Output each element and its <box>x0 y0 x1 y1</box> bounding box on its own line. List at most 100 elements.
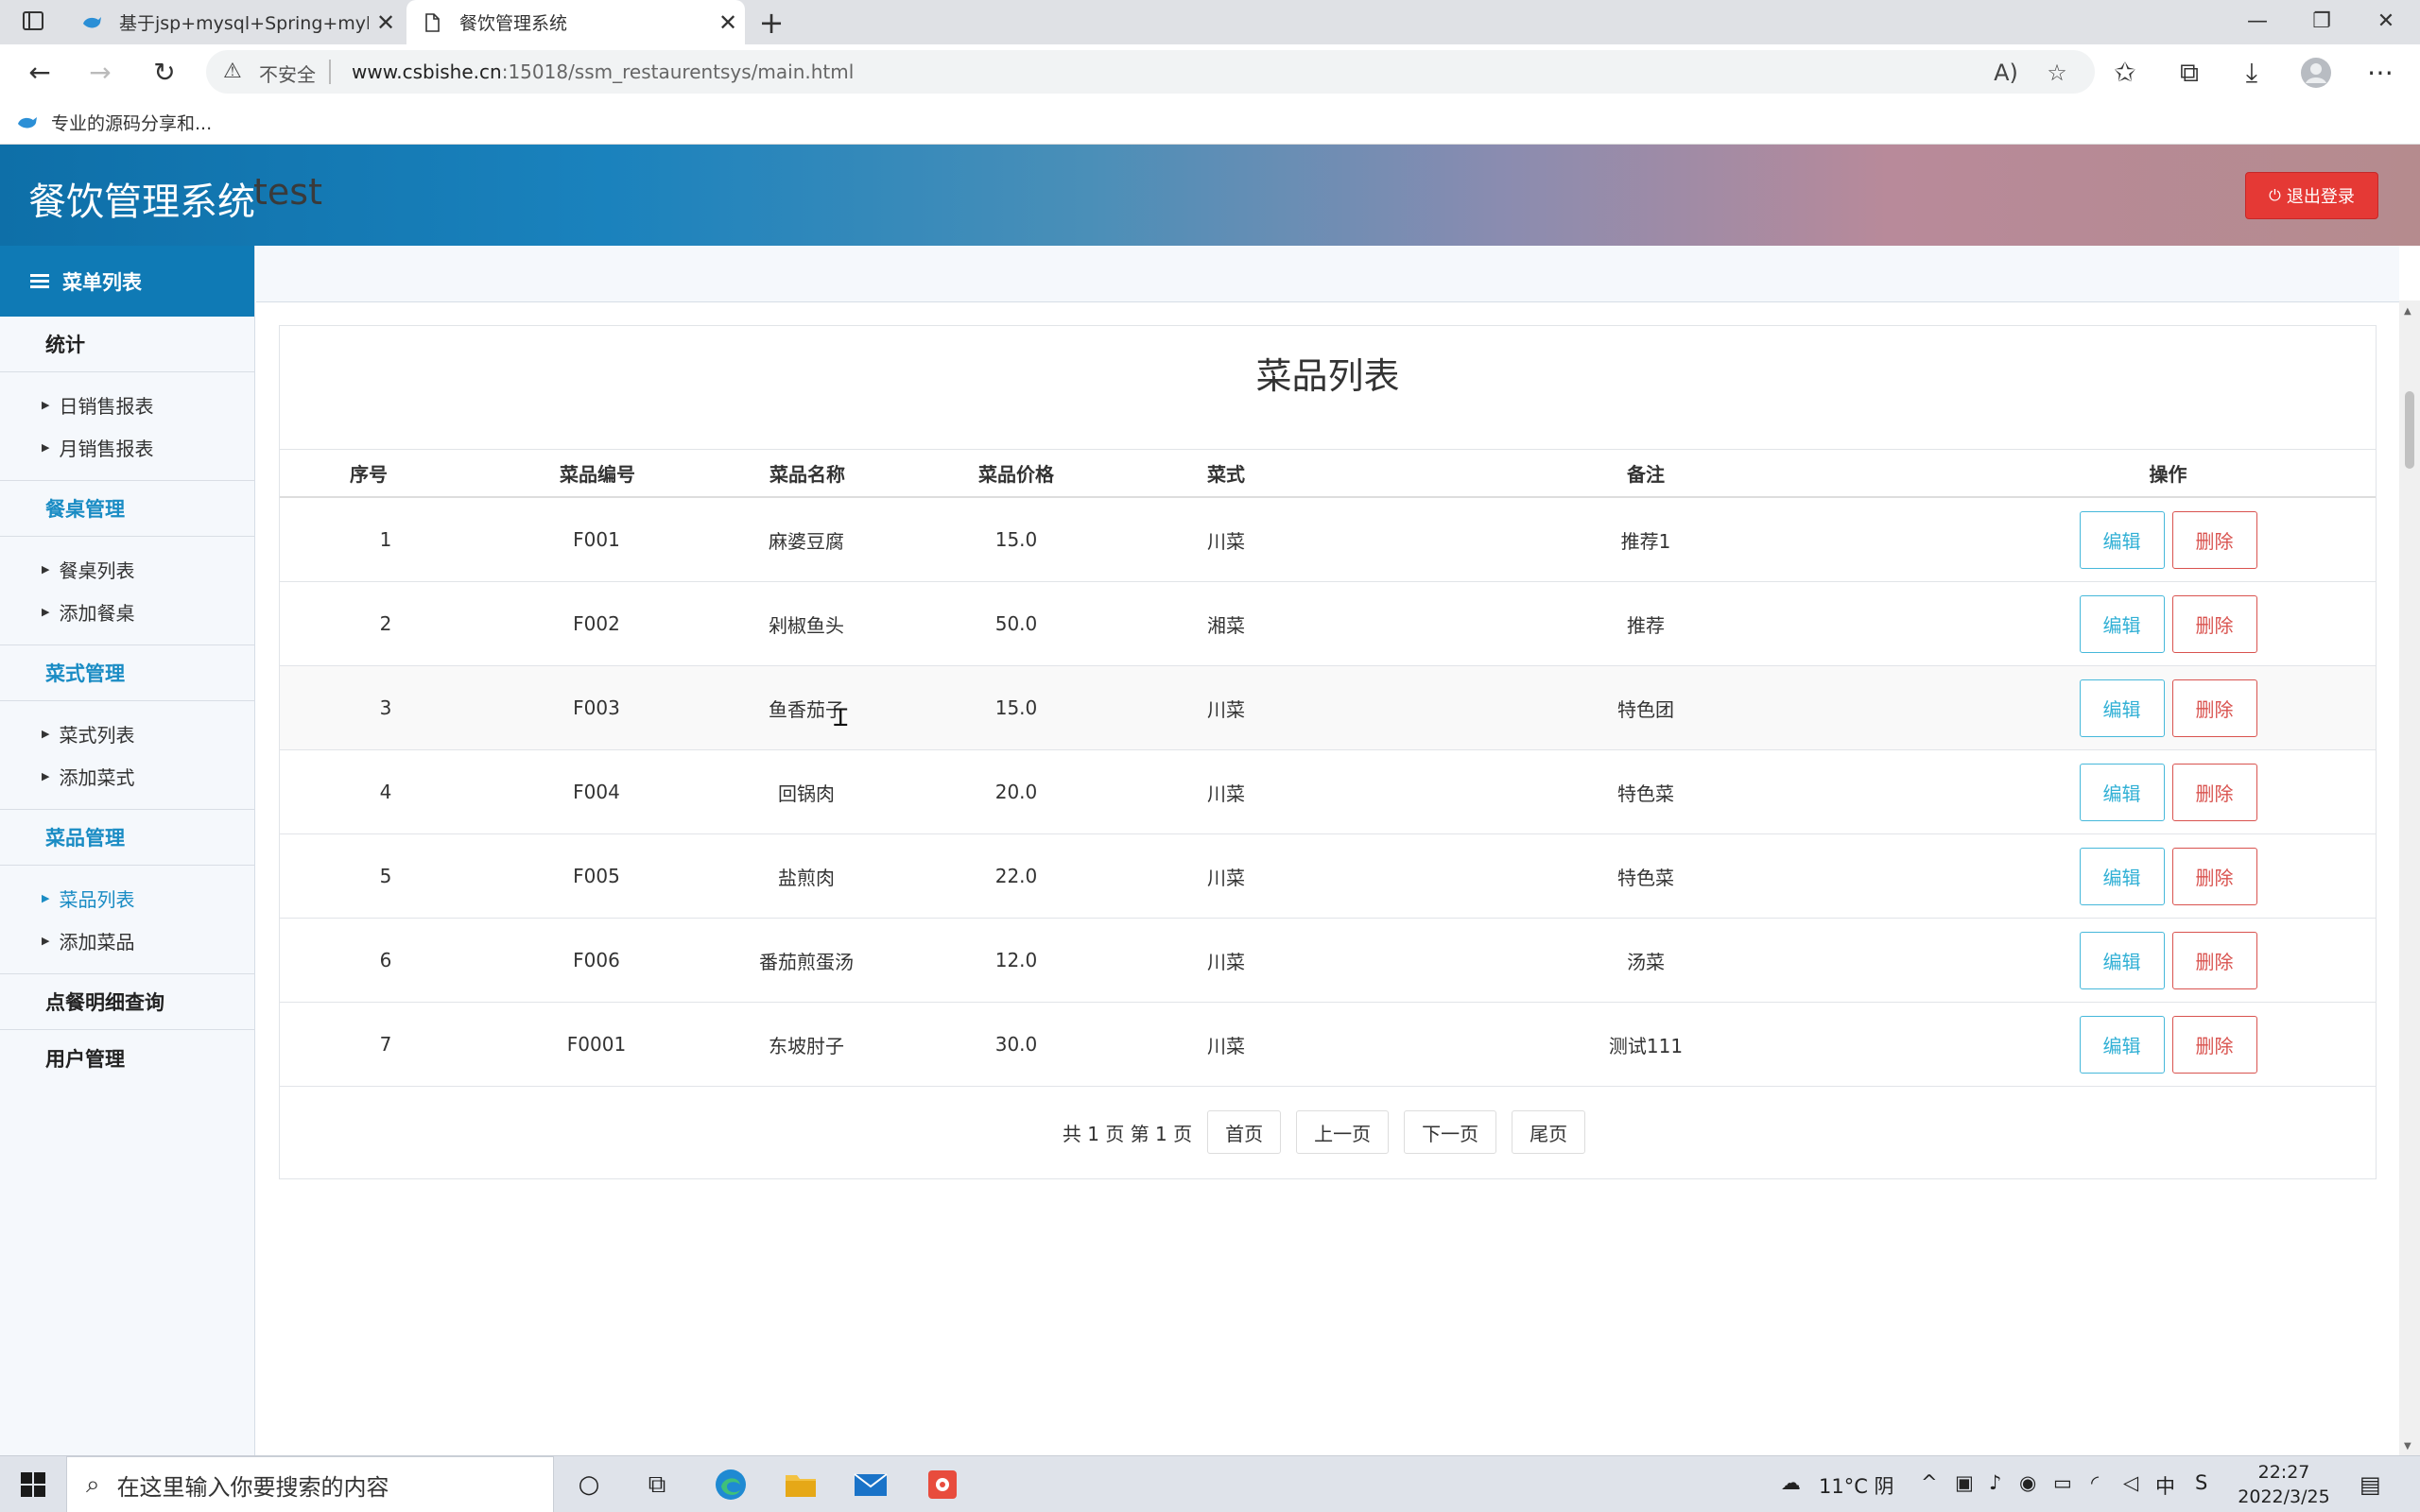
edit-button[interactable]: 编辑 <box>2079 763 2165 821</box>
profile-avatar-icon[interactable] <box>2297 54 2335 92</box>
collections-icon[interactable]: ⧉ <box>2170 54 2208 92</box>
cell-remark: 特色菜 <box>1617 866 1674 889</box>
tray-overflow-icon[interactable]: ^ <box>1921 1471 1938 1494</box>
edge-browser-icon[interactable] <box>711 1466 751 1503</box>
ime-icon[interactable]: 中 <box>2155 1471 2175 1500</box>
close-tab-icon[interactable]: ✕ <box>711 9 745 36</box>
browser-tab-source[interactable]: 基于jsp+mysql+Spring+mybatis ✕ <box>66 0 403 44</box>
weather-text[interactable]: 11°C 阴 <box>1819 1471 1894 1500</box>
sidebar-item-add-table[interactable]: ▶ 添加餐桌 <box>0 591 254 633</box>
delete-button[interactable]: 删除 <box>2171 594 2257 653</box>
sidebar-item-dish-list[interactable]: ▶ 菜品列表 <box>0 877 254 919</box>
tray-app-icon[interactable]: ▣ <box>1955 1471 1974 1494</box>
cell-style: 川菜 <box>1207 866 1245 889</box>
sidebar-group-styles[interactable]: 菜式管理 <box>0 645 254 701</box>
browser-tab-current[interactable]: 餐饮管理系统 ✕ <box>406 0 745 44</box>
more-menu-icon[interactable]: ⋯ <box>2361 54 2399 92</box>
sidebar-item-label: 添加菜品 <box>59 931 135 954</box>
edit-button[interactable]: 编辑 <box>2079 1015 2165 1074</box>
sidebar-group-tables[interactable]: 餐桌管理 <box>0 481 254 537</box>
restore-window-icon[interactable]: ❐ <box>2291 0 2352 44</box>
last-page-button[interactable]: 尾页 <box>1512 1110 1586 1154</box>
delete-button[interactable]: 删除 <box>2171 679 2257 737</box>
sidebar-group-stats[interactable]: 统计 <box>0 317 254 372</box>
taskbar-search[interactable]: ⌕ 在这里输入你要搜索的内容 <box>66 1456 554 1512</box>
scroll-up-icon[interactable]: ▲ <box>2404 306 2411 317</box>
delete-button[interactable]: 删除 <box>2171 1015 2257 1074</box>
bookmark-item[interactable]: 专业的源码分享和... <box>17 110 212 135</box>
cell-no: 6 <box>379 949 392 971</box>
scroll-down-icon[interactable]: ▼ <box>2404 1441 2411 1452</box>
back-button[interactable]: ← <box>21 54 59 92</box>
edit-button[interactable]: 编辑 <box>2079 679 2165 737</box>
file-explorer-icon[interactable] <box>781 1466 821 1503</box>
notification-icon[interactable]: ▤ <box>2360 1471 2381 1498</box>
tab-actions-icon[interactable] <box>21 9 47 34</box>
sogou-ime-icon[interactable]: S <box>2195 1471 2207 1494</box>
tray-wechat-icon[interactable]: ◉ <box>2019 1471 2036 1494</box>
network-icon[interactable]: ◜ <box>2091 1471 2099 1494</box>
whale-favicon-icon <box>83 16 101 27</box>
table-row: 1 F001 麻婆豆腐 15.0 川菜 推荐1 编辑 删除 <box>280 498 2376 582</box>
sidebar-item-add-dish[interactable]: ▶ 添加菜品 <box>0 919 254 962</box>
sidebar-item-label: 餐桌列表 <box>59 559 135 582</box>
warning-icon[interactable]: ⚠ <box>223 60 242 83</box>
windows-start-icon[interactable] <box>21 1472 45 1497</box>
task-view-icon[interactable]: ⧉ <box>637 1466 677 1503</box>
reload-button[interactable]: ↻ <box>146 54 183 92</box>
delete-button[interactable]: 删除 <box>2171 510 2257 569</box>
system-clock[interactable]: 22:27 2022/3/25 <box>2237 1460 2331 1509</box>
mail-icon[interactable] <box>851 1466 890 1503</box>
bookmarks-bar: 专业的源码分享和... <box>0 99 2420 145</box>
recorder-app-icon[interactable] <box>923 1466 962 1503</box>
delete-button[interactable]: 删除 <box>2171 763 2257 821</box>
sidebar-group-order-details[interactable]: 点餐明细查询 <box>0 974 254 1030</box>
volume-icon[interactable]: ◁ <box>2123 1471 2138 1494</box>
delete-button[interactable]: 删除 <box>2171 931 2257 989</box>
edit-button[interactable]: 编辑 <box>2079 847 2165 905</box>
cell-code: F0001 <box>566 1033 627 1056</box>
delete-button[interactable]: 删除 <box>2171 847 2257 905</box>
sidebar-item-daily-report[interactable]: ▶ 日销售报表 <box>0 384 254 426</box>
cell-code: F006 <box>573 949 620 971</box>
security-label[interactable]: 不安全 <box>259 60 316 87</box>
edit-button[interactable]: 编辑 <box>2079 510 2165 569</box>
url-text[interactable]: www.csbishe.cn:15018/ssm_restaurentsys/m… <box>352 60 854 83</box>
next-page-button[interactable]: 下一页 <box>1404 1110 1497 1154</box>
add-favorite-icon[interactable]: ☆ <box>2038 60 2076 86</box>
close-tab-icon[interactable]: ✕ <box>369 9 403 36</box>
favorites-icon[interactable]: ✩ <box>2106 54 2144 92</box>
logout-button[interactable]: ⏻ 退出登录 <box>2245 172 2378 219</box>
dish-table: 序号 菜品编号 菜品名称 菜品价格 菜式 备注 操作 1 F001 麻婆豆腐 15.0… <box>280 449 2376 1087</box>
edit-button[interactable]: 编辑 <box>2079 931 2165 989</box>
tray-bell-icon[interactable]: ♪ <box>1989 1471 2001 1494</box>
scroll-thumb[interactable] <box>2405 391 2414 469</box>
edit-button[interactable]: 编辑 <box>2079 594 2165 653</box>
sidebar-item-label: 菜式列表 <box>59 724 135 747</box>
whale-bookmark-icon <box>18 116 37 128</box>
cell-no: 4 <box>379 781 392 803</box>
sidebar-item-monthly-report[interactable]: ▶ 月销售报表 <box>0 426 254 469</box>
forward-button[interactable]: → <box>81 54 119 92</box>
read-aloud-icon[interactable]: A) <box>1987 60 2025 86</box>
page-scrollbar[interactable]: ▲ ▼ <box>2399 301 2420 1455</box>
caret-right-icon: ▶ <box>42 892 50 904</box>
app-title: 餐饮管理系统 <box>28 180 255 224</box>
sidebar-group-users[interactable]: 用户管理 <box>0 1030 254 1086</box>
downloads-icon[interactable]: ⤓ <box>2233 54 2271 92</box>
close-window-icon[interactable]: ✕ <box>2356 0 2416 44</box>
cell-remark: 特色菜 <box>1617 782 1674 805</box>
cortana-icon[interactable]: ○ <box>569 1466 609 1503</box>
sidebar-item-add-style[interactable]: ▶ 添加菜式 <box>0 755 254 798</box>
sidebar-item-table-list[interactable]: ▶ 餐桌列表 <box>0 548 254 591</box>
battery-icon[interactable]: ▭ <box>2053 1471 2072 1494</box>
sidebar-item-style-list[interactable]: ▶ 菜式列表 <box>0 713 254 755</box>
sidebar-group-dishes[interactable]: 菜品管理 <box>0 810 254 866</box>
first-page-button[interactable]: 首页 <box>1207 1110 1282 1154</box>
url-field[interactable]: ⚠ 不安全 www.csbishe.cn:15018/ssm_restauren… <box>206 50 2095 94</box>
new-tab-button[interactable]: + <box>752 4 790 42</box>
weather-icon[interactable]: ☁ <box>1781 1471 1801 1494</box>
prev-page-button[interactable]: 上一页 <box>1296 1110 1390 1154</box>
minimize-window-icon[interactable]: — <box>2227 0 2288 44</box>
main-content: 菜品列表 序号 菜品编号 菜品名称 菜品价格 菜式 备注 操作 1 F001 麻婆豆… <box>256 246 2399 1455</box>
